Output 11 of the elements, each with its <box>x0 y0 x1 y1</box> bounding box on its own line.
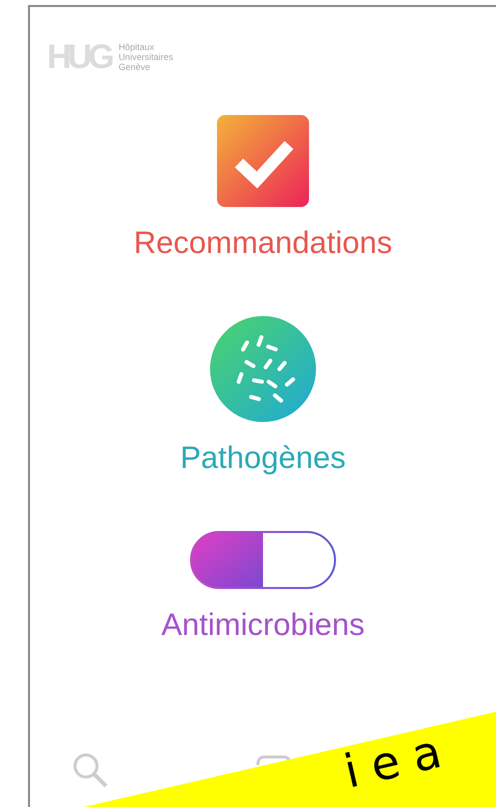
menu-label[interactable]: Antimicrobiens <box>161 609 365 640</box>
menu-label[interactable]: Recommandations <box>134 227 392 258</box>
bacteria-icon <box>210 316 316 422</box>
checkbox-icon <box>217 115 309 207</box>
logo-text: Genève <box>118 62 152 72</box>
menu-label[interactable]: Pathogènes <box>180 442 346 473</box>
logo-text: Universitaires <box>118 52 174 62</box>
search-icon[interactable] <box>72 752 108 788</box>
logo-text: Hôpitaux <box>118 42 156 52</box>
banner-text: iea <box>340 724 459 795</box>
pill-icon <box>190 531 336 589</box>
